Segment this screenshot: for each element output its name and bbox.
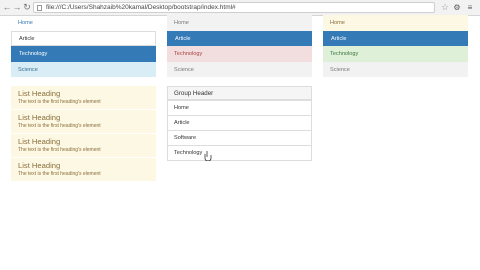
url-text: file:///C:/Users/Shahzaib%20kamal/Deskto… — [46, 4, 236, 11]
menu-icon[interactable]: ≡ — [465, 2, 475, 13]
list-heading-text: The text is the first heading's element — [18, 123, 101, 129]
list-group-col1: Home Article Technology Science — [11, 15, 156, 77]
browser-toolbar: ← → ↻ file:///C:/Users/Shahzaib%20kamal/… — [0, 0, 480, 16]
list-item-article[interactable]: Article — [323, 31, 468, 46]
list-heading-item[interactable]: List Heading The text is the first headi… — [11, 158, 156, 181]
list-heading-title: List Heading — [18, 113, 61, 122]
list-heading-item[interactable]: List Heading The text is the first headi… — [11, 110, 156, 133]
mouse-cursor-icon — [204, 151, 212, 161]
list-heading-item[interactable]: List Heading The text is the first headi… — [11, 86, 156, 109]
list-group-col2: Home Article Technology Science — [167, 15, 312, 77]
list-heading-group: List Heading The text is the first headi… — [11, 86, 156, 181]
list-item-technology[interactable]: Technology — [323, 46, 468, 62]
list-heading-text: The text is the first heading's element — [18, 171, 101, 177]
list-heading-title: List Heading — [18, 137, 61, 146]
list-item-technology[interactable]: Technology — [167, 46, 312, 62]
back-icon[interactable]: ← — [2, 2, 12, 13]
panel-item-article[interactable]: Article — [167, 115, 312, 131]
list-heading-title: List Heading — [18, 161, 61, 170]
list-item-home[interactable]: Home — [11, 15, 156, 31]
list-item-article[interactable]: Article — [11, 31, 156, 46]
list-heading-text: The text is the first heading's element — [18, 99, 101, 105]
list-group-col3: Home Article Technology Science — [323, 15, 468, 77]
list-heading-text: The text is the first heading's element — [18, 147, 101, 153]
list-heading-item[interactable]: List Heading The text is the first headi… — [11, 134, 156, 157]
list-item-article[interactable]: Article — [167, 31, 312, 46]
list-item-home[interactable]: Home — [323, 15, 468, 31]
group-panel: Group Header Home Article Software Techn… — [167, 86, 312, 161]
list-heading-title: List Heading — [18, 89, 61, 98]
panel-item-home[interactable]: Home — [167, 100, 312, 116]
panel-item-software[interactable]: Software — [167, 130, 312, 146]
star-icon[interactable]: ☆ — [441, 2, 449, 13]
address-bar[interactable]: file:///C:/Users/Shahzaib%20kamal/Deskto… — [33, 2, 435, 13]
list-item-technology[interactable]: Technology — [11, 46, 156, 62]
panel-header: Group Header — [167, 86, 312, 100]
forward-icon[interactable]: → — [12, 2, 22, 13]
panel-item-technology[interactable]: Technology — [167, 145, 312, 161]
list-item-science[interactable]: Science — [323, 62, 468, 77]
list-item-science[interactable]: Science — [11, 62, 156, 77]
list-item-science[interactable]: Science — [167, 62, 312, 77]
reload-icon[interactable]: ↻ — [22, 2, 32, 13]
page-icon — [37, 5, 42, 11]
extension-icon[interactable]: ⚙ — [452, 2, 462, 13]
list-item-home[interactable]: Home — [167, 15, 312, 31]
